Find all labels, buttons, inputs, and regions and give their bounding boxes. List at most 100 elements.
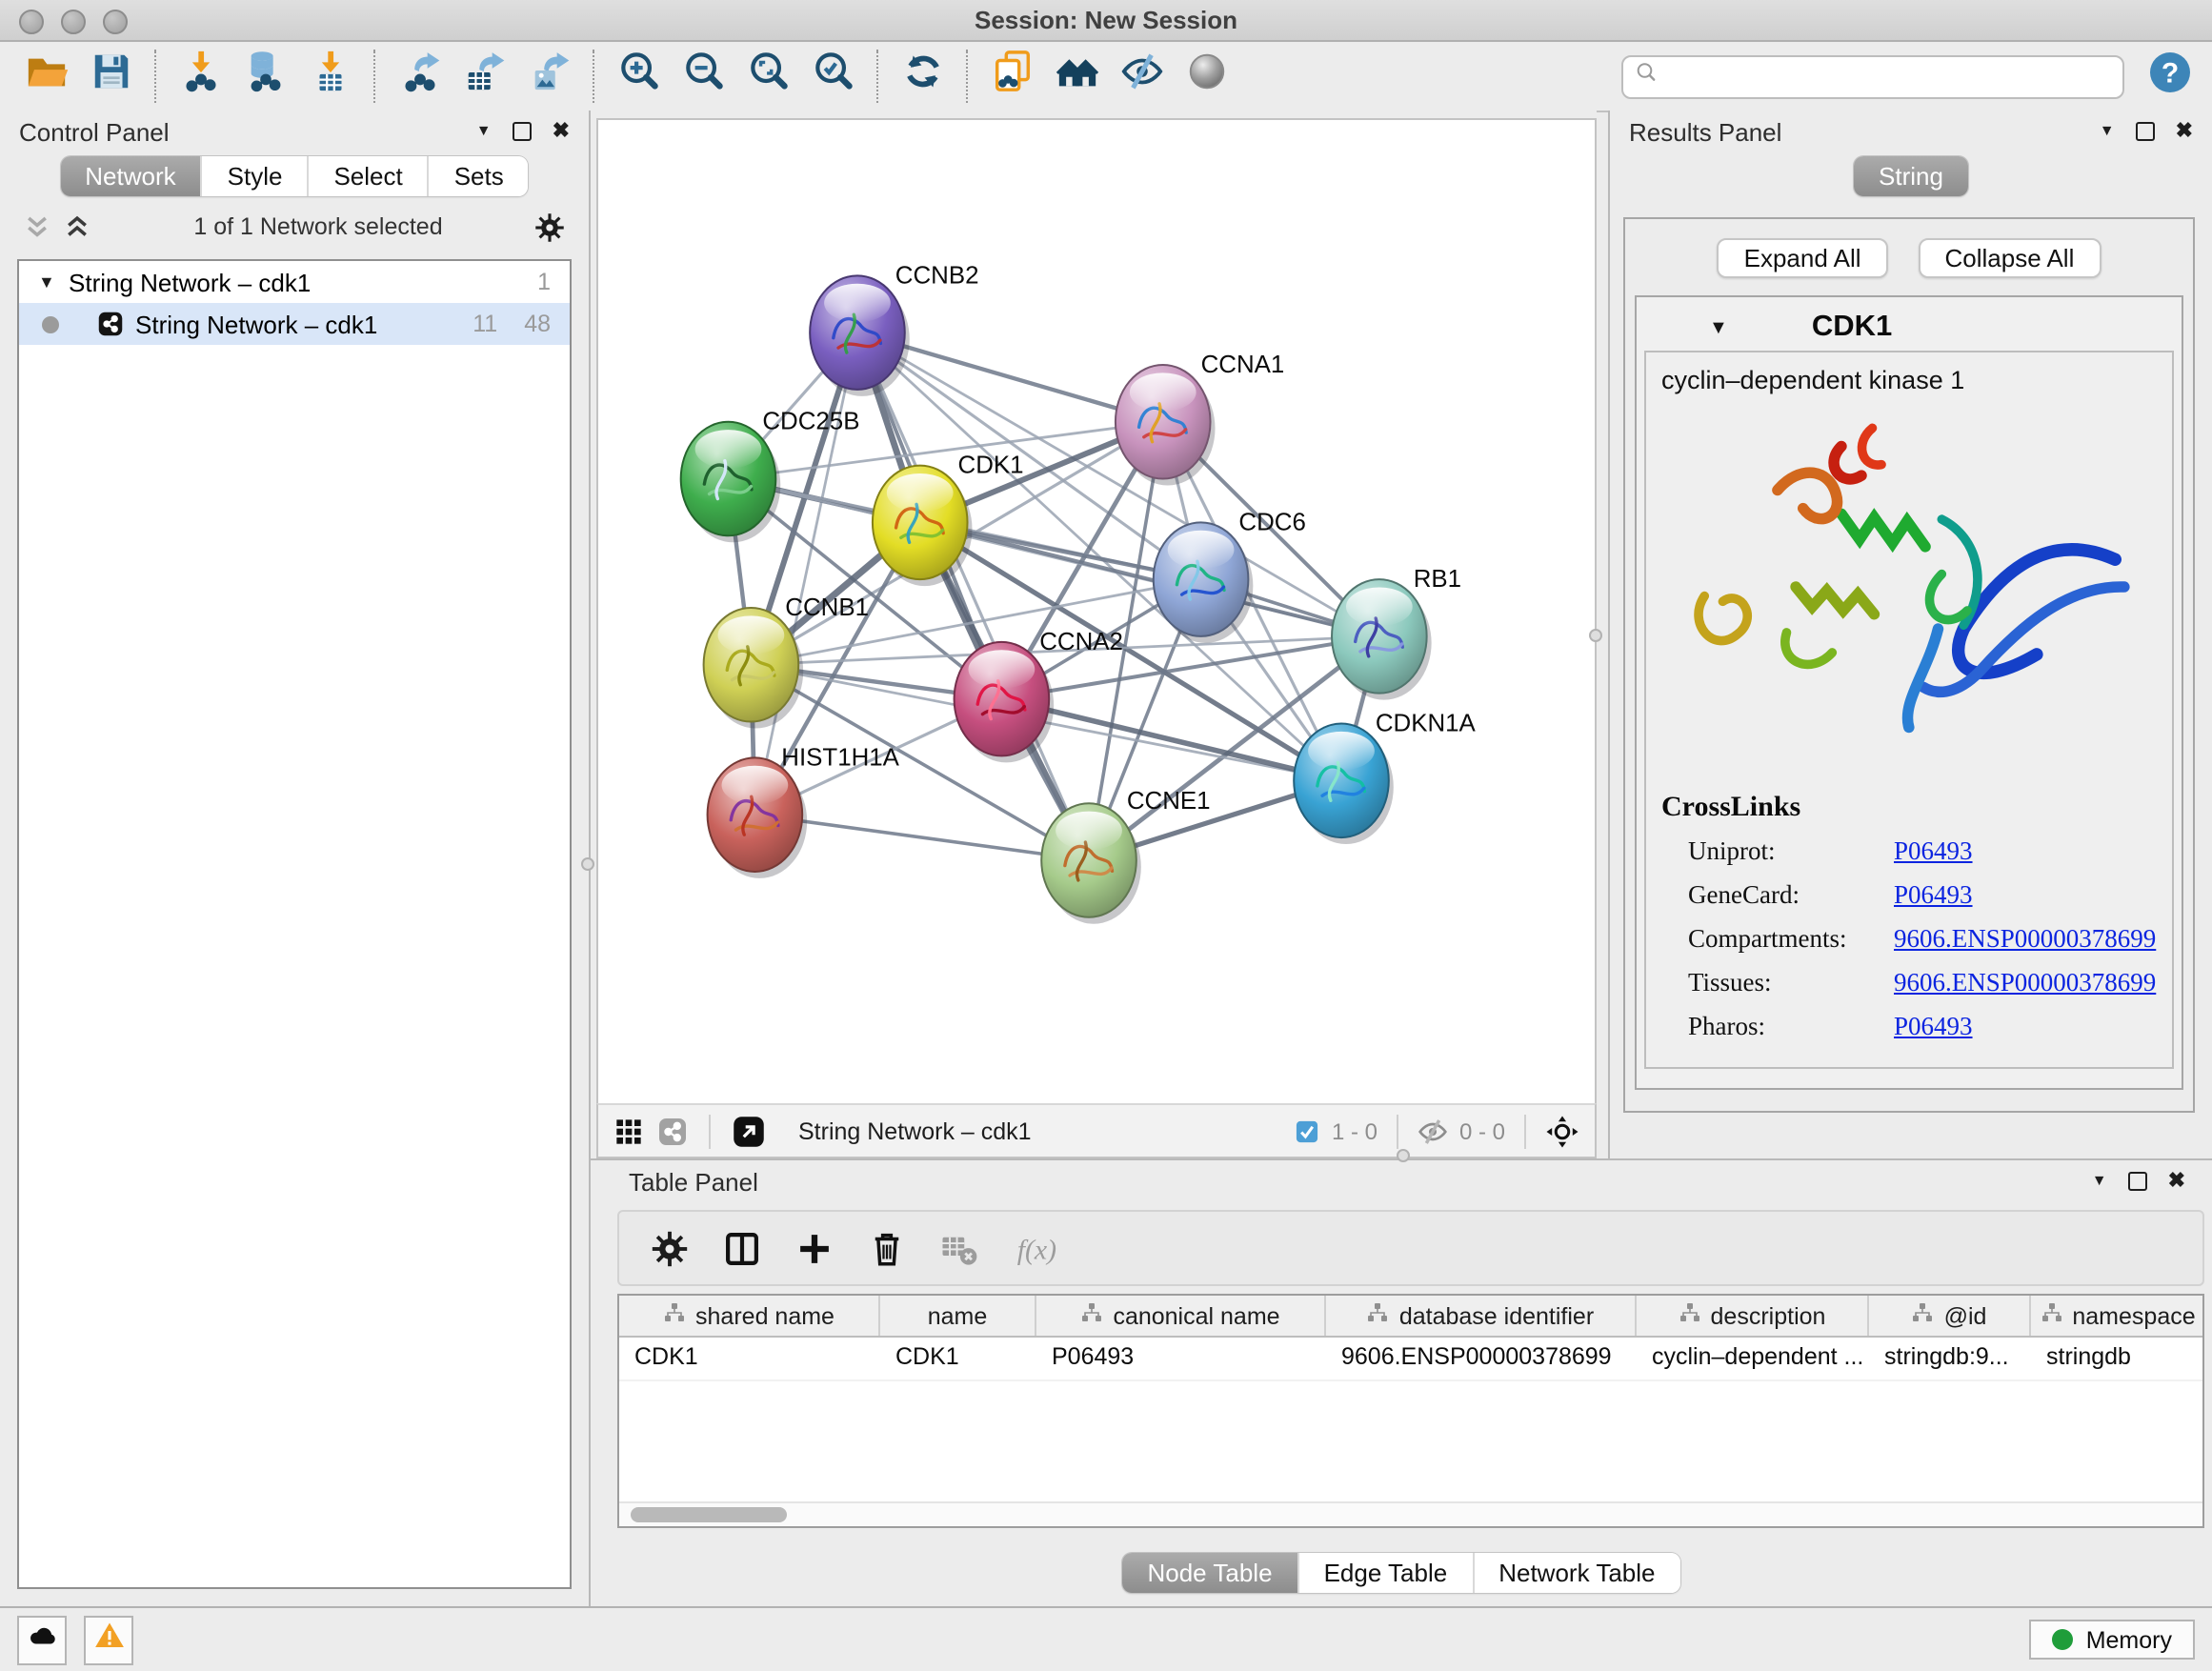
- control-panel-close-icon[interactable]: ✖: [553, 121, 570, 142]
- graphics-detail-button[interactable]: [1179, 49, 1235, 104]
- clone-network-button[interactable]: [985, 49, 1040, 104]
- table-cell[interactable]: CDK1: [880, 1338, 1036, 1379]
- table-cell[interactable]: CDK1: [619, 1338, 880, 1379]
- string-app-icon: [97, 311, 124, 337]
- zoom-out-button[interactable]: [676, 49, 732, 104]
- network-collection-row[interactable]: ▼ String Network – cdk1 1: [19, 261, 570, 303]
- table-panel-close-icon[interactable]: ✖: [2168, 1171, 2185, 1192]
- add-column-button[interactable]: [794, 1228, 835, 1268]
- network-node-count: 11: [473, 311, 497, 337]
- results-panel-menu-icon[interactable]: ▼: [2100, 124, 2115, 139]
- network-options-gear-icon[interactable]: [533, 211, 566, 243]
- first-neighbors-button[interactable]: [1050, 49, 1105, 104]
- tab-style[interactable]: Style: [201, 156, 308, 196]
- column-header-database-identifier[interactable]: database identifier: [1326, 1296, 1637, 1336]
- network-edge[interactable]: [857, 332, 1089, 860]
- tab-sets[interactable]: Sets: [428, 156, 529, 196]
- hierarchy-icon: [1080, 1301, 1103, 1330]
- column-header-name[interactable]: name: [880, 1296, 1036, 1336]
- hide-graphics-button[interactable]: [1115, 49, 1170, 104]
- bottom-splitter-grip[interactable]: [1397, 1149, 1410, 1162]
- search-field[interactable]: [1621, 54, 2124, 98]
- selected-items-checkbox-icon[interactable]: [1294, 1117, 1320, 1144]
- table-row[interactable]: CDK1CDK1P064939606.ENSP00000378699cyclin…: [619, 1338, 2202, 1381]
- warnings-button[interactable]: [84, 1615, 133, 1664]
- tab-select[interactable]: Select: [307, 156, 427, 196]
- open-session-button[interactable]: [19, 49, 74, 104]
- delete-table-button[interactable]: [939, 1228, 979, 1268]
- results-panel-float-icon[interactable]: [2136, 122, 2155, 141]
- network-canvas[interactable]: CCNB2CCNA1CDC25BCDK1CDC6RB1CCNB1CCNA2CDK…: [596, 118, 1597, 1105]
- export-image-button[interactable]: [522, 49, 577, 104]
- column-header--id[interactable]: @id: [1869, 1296, 2031, 1336]
- export-network-button[interactable]: [392, 49, 448, 104]
- column-header-description[interactable]: description: [1637, 1296, 1869, 1336]
- save-session-button[interactable]: [84, 49, 139, 104]
- tab-edge-table[interactable]: Edge Table: [1297, 1553, 1473, 1593]
- table-horizontal-scrollbar[interactable]: [619, 1501, 2202, 1526]
- scrollbar-thumb[interactable]: [631, 1507, 787, 1522]
- gene-disclosure-icon[interactable]: ▼: [1709, 317, 1728, 338]
- control-panel-menu-icon[interactable]: ▼: [476, 124, 492, 139]
- help-button[interactable]: ?: [2147, 53, 2193, 99]
- hidden-items-eye-icon[interactable]: [1418, 1116, 1448, 1146]
- results-panel-close-icon[interactable]: ✖: [2176, 121, 2193, 142]
- right-splitter-grip[interactable]: [1589, 629, 1602, 642]
- import-network-file-button[interactable]: [173, 49, 229, 104]
- control-panel-title: Control Panel: [19, 117, 170, 146]
- export-table-button[interactable]: [457, 49, 513, 104]
- column-header-canonical-name[interactable]: canonical name: [1036, 1296, 1326, 1336]
- warning-icon: [92, 1619, 125, 1661]
- zoom-fit-icon: [747, 50, 791, 103]
- table-settings-button[interactable]: [650, 1228, 690, 1268]
- table-cell[interactable]: stringdb:9...: [1869, 1338, 2031, 1379]
- zoom-in-button[interactable]: [612, 49, 667, 104]
- crosslink-link[interactable]: 9606.ENSP00000378699: [1894, 968, 2156, 998]
- collection-disclosure-icon[interactable]: ▼: [38, 272, 57, 292]
- expand-all-networks-icon[interactable]: [63, 212, 91, 241]
- control-panel-float-icon[interactable]: [513, 122, 532, 141]
- tab-string[interactable]: String: [1854, 156, 1968, 196]
- memory-button[interactable]: Memory: [2029, 1620, 2195, 1660]
- import-network-database-button[interactable]: [238, 49, 293, 104]
- gene-entry-header[interactable]: ▼ CDK1: [1644, 305, 2174, 351]
- network-edge[interactable]: [754, 332, 857, 815]
- column-header-namespace[interactable]: namespace: [2031, 1296, 2204, 1336]
- expand-all-button[interactable]: Expand All: [1718, 238, 1888, 278]
- left-splitter-grip[interactable]: [581, 857, 594, 871]
- show-columns-button[interactable]: [722, 1228, 762, 1268]
- delete-column-button[interactable]: [867, 1228, 907, 1268]
- crosslink-link[interactable]: P06493: [1894, 880, 1973, 911]
- column-header-shared-name[interactable]: shared name: [619, 1296, 880, 1336]
- zoom-selected-button[interactable]: [806, 49, 861, 104]
- table-cell[interactable]: 9606.ENSP00000378699: [1326, 1338, 1637, 1379]
- string-network-icon[interactable]: [657, 1116, 688, 1146]
- table-panel-float-icon[interactable]: [2128, 1172, 2147, 1191]
- table-cell[interactable]: P06493: [1036, 1338, 1326, 1379]
- table-cell[interactable]: stringdb: [2031, 1338, 2204, 1379]
- cloud-status-button[interactable]: [17, 1615, 67, 1664]
- open-in-browser-icon[interactable]: [732, 1114, 766, 1148]
- function-builder-button[interactable]: f(x): [1012, 1228, 1073, 1268]
- collapse-all-button[interactable]: Collapse All: [1919, 238, 2101, 278]
- table-panel-menu-icon[interactable]: ▼: [2092, 1174, 2107, 1189]
- crosslink-link[interactable]: 9606.ENSP00000378699: [1894, 924, 2156, 955]
- birdseye-grid-icon[interactable]: [613, 1116, 644, 1146]
- network-view-panel: CCNB2CCNA1CDC25BCDK1CDC6RB1CCNB1CCNA2CDK…: [591, 111, 1597, 1158]
- center-view-icon[interactable]: [1545, 1114, 1579, 1148]
- tab-network-table[interactable]: Network Table: [1472, 1553, 1679, 1593]
- hierarchy-icon: [1912, 1301, 1935, 1330]
- refresh-layout-button[interactable]: [895, 49, 951, 104]
- network-row-selected[interactable]: String Network – cdk1 11 48: [19, 303, 570, 345]
- search-input[interactable]: [1665, 61, 2111, 91]
- tab-node-table[interactable]: Node Table: [1122, 1553, 1297, 1593]
- crosslink-link[interactable]: P06493: [1894, 1012, 1973, 1042]
- crosslink-link[interactable]: P06493: [1894, 836, 1973, 867]
- import-table-button[interactable]: [303, 49, 358, 104]
- zoom-fit-button[interactable]: [741, 49, 796, 104]
- collapse-all-networks-icon[interactable]: [23, 212, 51, 241]
- table-cell[interactable]: cyclin–dependent ...: [1637, 1338, 1869, 1379]
- tab-network[interactable]: Network: [60, 156, 200, 196]
- export-table-icon: [463, 50, 507, 103]
- crosslink-row: Tissues:9606.ENSP00000378699: [1688, 968, 2157, 998]
